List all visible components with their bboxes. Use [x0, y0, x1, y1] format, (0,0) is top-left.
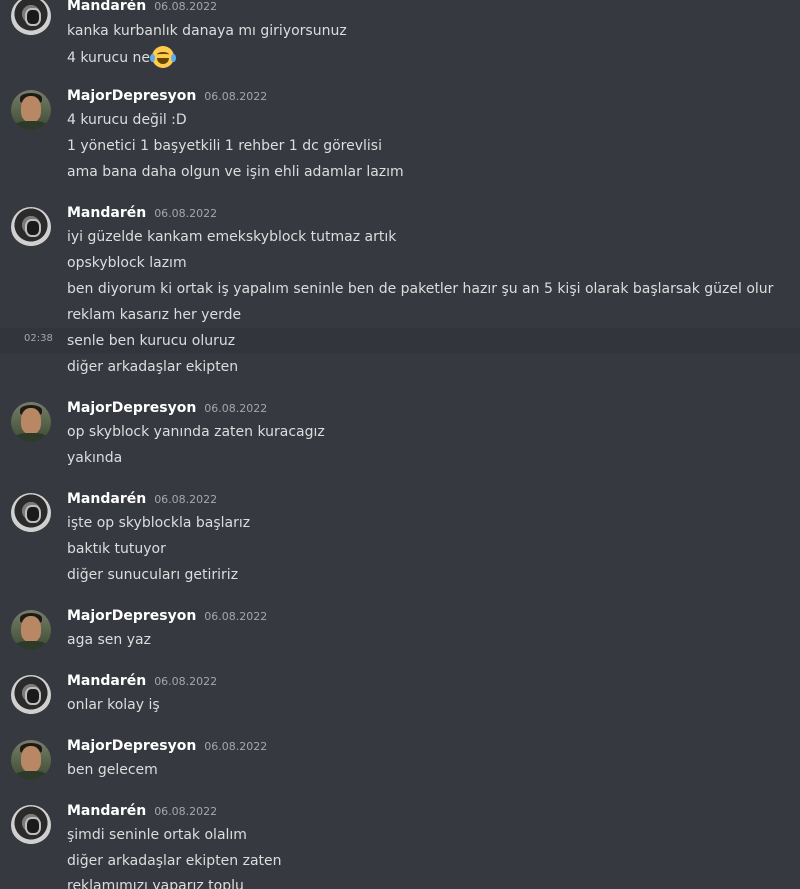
message-line: reklamımızı yaparız toplu — [0, 875, 800, 889]
username[interactable]: Mandarén — [67, 803, 146, 819]
message-timestamp: 06.08.2022 — [204, 402, 268, 415]
message-line-hovered[interactable]: 02:38 senle ben kurucu oluruz — [0, 328, 800, 354]
message-line: 1 yönetici 1 başyetkili 1 rehber 1 dc gö… — [0, 135, 800, 161]
message-text: opskyblock lazım — [67, 255, 187, 271]
message-line: ama bana daha olgun ve işin ehli adamlar… — [0, 161, 800, 187]
message-line: reklam kasarız her yerde — [0, 304, 800, 330]
message-line: diğer arkadaşlar ekipten zaten — [0, 850, 800, 876]
message-text: kanka kurbanlık danaya mı giriyorsunuz — [67, 23, 347, 39]
message-text: diğer sunucuları getiririz — [67, 567, 239, 583]
message-text: ben gelecem — [67, 762, 158, 778]
message-line: 4 kurucu ne — [0, 46, 800, 72]
message-line: ben diyorum ki ortak iş yapalım seninle … — [0, 278, 800, 304]
message-text: aga sen yaz — [67, 632, 151, 648]
message-text: işte op skyblockla başlarız — [67, 515, 251, 531]
message-text: 4 kurucu değil :D — [67, 112, 187, 128]
username[interactable]: Mandarén — [67, 0, 146, 14]
message-text: 1 yönetici 1 başyetkili 1 rehber 1 dc gö… — [67, 138, 382, 154]
message-text: iyi güzelde kankam emekskyblock tutmaz a… — [67, 229, 397, 245]
message-text: onlar kolay iş — [67, 697, 160, 713]
message-text: op skyblock yanında zaten kuracagız — [67, 424, 325, 440]
message-timestamp: 06.08.2022 — [154, 675, 218, 688]
message-line: iyi güzelde kankam emekskyblock tutmaz a… — [0, 226, 800, 252]
message-line: op skyblock yanında zaten kuracagız — [0, 421, 800, 447]
message-text: ben diyorum ki ortak iş yapalım seninle … — [67, 281, 774, 297]
message-text: ama bana daha olgun ve işin ehli adamlar… — [67, 164, 404, 180]
message-text: yakında — [67, 450, 123, 466]
message-line: işte op skyblockla başlarız — [0, 512, 800, 538]
message-timestamp: 06.08.2022 — [204, 610, 268, 623]
username[interactable]: Mandarén — [67, 673, 146, 689]
message-timestamp: 06.08.2022 — [154, 493, 218, 506]
username[interactable]: MajorDepresyon — [67, 400, 196, 416]
message-timestamp: 06.08.2022 — [154, 207, 218, 220]
message-timestamp: 06.08.2022 — [204, 740, 268, 753]
message-text: reklam kasarız her yerde — [67, 307, 242, 323]
message-text: reklamımızı yaparız toplu — [67, 878, 244, 889]
message-text: baktık tutuyor — [67, 541, 166, 557]
message-line: yakında — [0, 447, 800, 473]
message-line: baktık tutuyor — [0, 538, 800, 564]
username[interactable]: MajorDepresyon — [67, 88, 196, 104]
chat-message-list: Mandarén 06.08.2022 kanka kurbanlık dana… — [0, 0, 800, 889]
hover-timestamp: 02:38 — [24, 333, 53, 344]
username[interactable]: MajorDepresyon — [67, 608, 196, 624]
message-line: 4 kurucu değil :D — [0, 109, 800, 135]
message-line: diğer arkadaşlar ekipten — [0, 356, 800, 382]
username[interactable]: Mandarén — [67, 205, 146, 221]
message-line: aga sen yaz — [0, 629, 800, 655]
username[interactable]: MajorDepresyon — [67, 738, 196, 754]
message-line: opskyblock lazım — [0, 252, 800, 278]
message-text: 4 kurucu ne — [67, 50, 151, 66]
joy-emoji[interactable] — [150, 46, 177, 68]
message-text: diğer arkadaşlar ekipten — [67, 359, 239, 375]
username[interactable]: Mandarén — [67, 491, 146, 507]
message-text: senle ben kurucu oluruz — [67, 333, 236, 349]
message-line: diğer sunucuları getiririz — [0, 564, 800, 590]
message-line: ben gelecem — [0, 759, 800, 785]
message-line: onlar kolay iş — [0, 694, 800, 720]
message-timestamp: 06.08.2022 — [154, 805, 218, 818]
message-text: diğer arkadaşlar ekipten zaten — [67, 853, 282, 869]
message-timestamp: 06.08.2022 — [204, 90, 268, 103]
message-timestamp: 06.08.2022 — [154, 0, 218, 13]
message-line: şimdi seninle ortak olalım — [0, 824, 800, 850]
message-line: kanka kurbanlık danaya mı giriyorsunuz — [0, 20, 800, 46]
message-text: şimdi seninle ortak olalım — [67, 827, 247, 843]
